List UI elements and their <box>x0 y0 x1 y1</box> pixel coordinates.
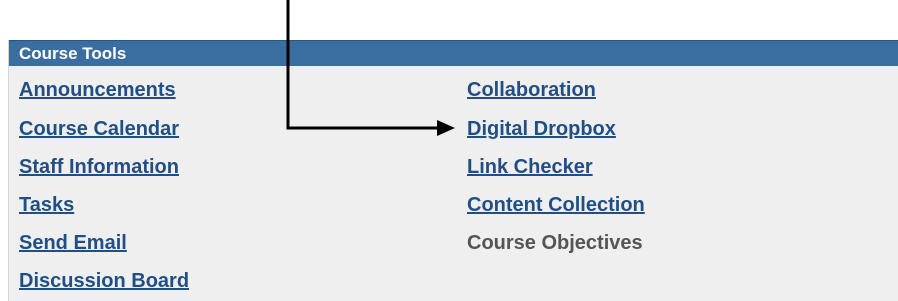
panel-header: Course Tools <box>9 40 898 66</box>
announcements-link[interactable]: Announcements <box>19 78 176 102</box>
digital-dropbox-link[interactable]: Digital Dropbox <box>467 117 616 141</box>
collaboration-link[interactable]: Collaboration <box>467 78 596 102</box>
course-objectives-text: Course Objectives <box>467 232 643 254</box>
course-tools-panel: Course Tools Announcements Course Calend… <box>8 40 898 301</box>
discussion-board-link[interactable]: Discussion Board <box>19 269 189 293</box>
staff-information-link[interactable]: Staff Information <box>19 155 179 179</box>
send-email-link[interactable]: Send Email <box>19 231 127 255</box>
course-calendar-link[interactable]: Course Calendar <box>19 117 179 141</box>
content-collection-link[interactable]: Content Collection <box>467 193 645 217</box>
link-checker-link[interactable]: Link Checker <box>467 155 593 179</box>
tasks-link[interactable]: Tasks <box>19 193 74 217</box>
panel-title: Course Tools <box>19 44 127 63</box>
